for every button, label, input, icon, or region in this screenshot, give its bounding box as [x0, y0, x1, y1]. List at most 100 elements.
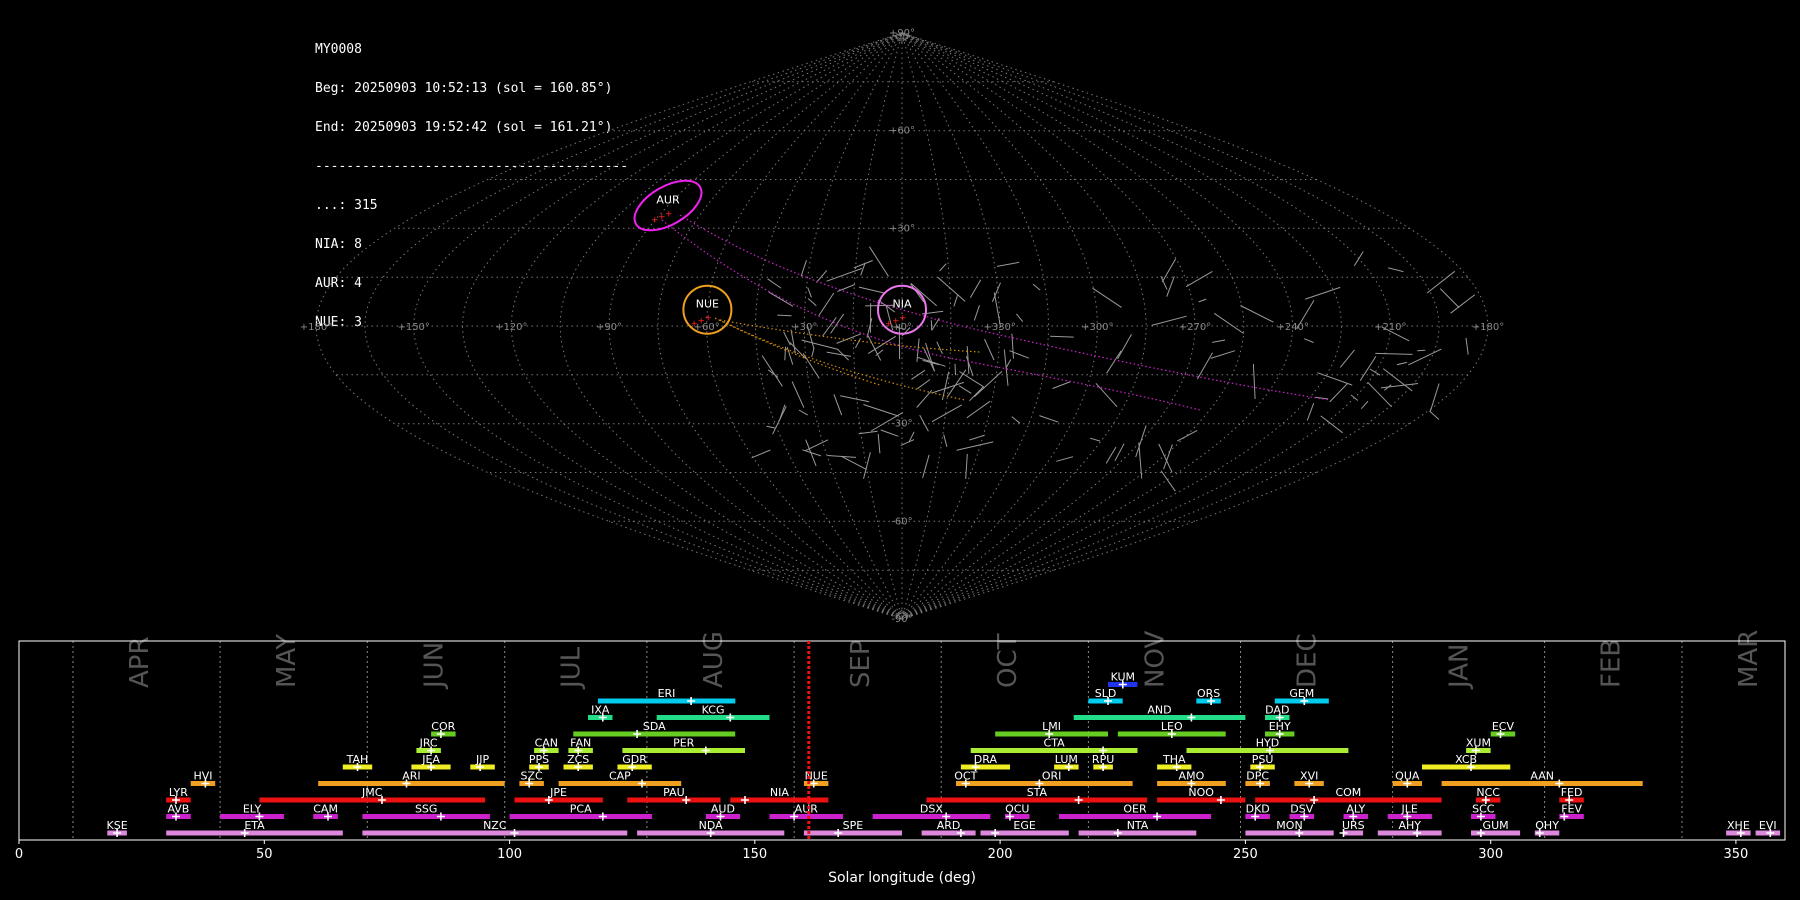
- shower-code-label: SZC: [520, 770, 543, 783]
- sporadic-meteor-track: [807, 287, 812, 298]
- shower-code-label: JIP: [475, 753, 489, 766]
- sporadic-meteor-track: [766, 425, 776, 429]
- meteor-tracks: [661, 214, 1476, 492]
- shower-code-label: DRA: [974, 753, 998, 766]
- sporadic-meteor-track: [916, 389, 933, 408]
- sporadic-meteor-track: [1005, 359, 1012, 368]
- shower-code-label: ALY: [1346, 803, 1365, 816]
- sporadic-meteor-track: [1252, 363, 1256, 400]
- sporadic-meteor-track: [1375, 352, 1413, 355]
- shower-code-label: ORS: [1197, 687, 1220, 700]
- sporadic-meteor-track: [761, 355, 783, 387]
- x-tick-label: 200: [988, 847, 1013, 862]
- shower-code-label: AUR: [795, 803, 819, 816]
- latitude-label: +60°: [889, 126, 915, 137]
- sporadic-meteor-track: [801, 339, 839, 350]
- sporadic-meteor-track: [822, 317, 837, 337]
- shower-code-label: NIA: [770, 786, 789, 799]
- sporadic-meteor-track: [784, 346, 787, 361]
- sporadic-meteor-track: [768, 291, 794, 307]
- sporadic-meteor-track: [1032, 283, 1041, 291]
- shower-code-label: DAD: [1265, 704, 1289, 717]
- shower-code-label: KUM: [1111, 671, 1135, 684]
- month-label: JUN: [419, 642, 449, 690]
- sporadic-meteor-track: [1306, 403, 1315, 421]
- shower-peak-marker: [834, 829, 843, 837]
- shower-code-label: OCT: [954, 770, 977, 783]
- sporadic-meteor-track: [1212, 339, 1226, 343]
- shower-code-label: NOO: [1188, 786, 1214, 799]
- sporadic-meteor-track: [984, 338, 995, 361]
- sporadic-meteor-track: [858, 430, 878, 435]
- sporadic-meteor-track: [1350, 394, 1359, 401]
- sporadic-meteor-track: [973, 305, 980, 321]
- shower-code-label: JRC: [419, 737, 438, 750]
- sporadic-meteor-track: [1089, 437, 1101, 442]
- sporadic-meteor-track: [1329, 383, 1348, 403]
- shower-code-label: XHE: [1727, 819, 1750, 832]
- sporadic-meteor-track: [1052, 381, 1071, 389]
- sporadic-meteor-track: [1429, 410, 1440, 420]
- shower-code-label: URS: [1342, 819, 1365, 832]
- sporadic-meteor-track: [816, 270, 828, 283]
- sporadic-meteor-track: [1353, 251, 1364, 267]
- sporadic-meteor-track: [1210, 350, 1236, 359]
- shower-code-label: COR: [431, 720, 455, 733]
- sporadic-meteor-track: [841, 455, 867, 471]
- shower-code-label: GDR: [622, 753, 647, 766]
- sporadic-meteor-track: [767, 278, 782, 289]
- sporadic-meteor-track: [965, 453, 968, 479]
- shower-peak-marker: [1187, 713, 1196, 722]
- sporadic-meteor-track: [783, 331, 791, 346]
- sporadic-meteor-track: [1177, 429, 1198, 442]
- month-label: DEC: [1293, 633, 1323, 688]
- shower-code-label: RPU: [1092, 753, 1114, 766]
- shower-code-label: SSG: [415, 803, 438, 816]
- sporadic-meteor-track: [1138, 442, 1143, 479]
- month-label: FEB: [1597, 639, 1627, 688]
- sporadic-meteor-track: [1185, 270, 1213, 288]
- shower-code-label: ORI: [1042, 770, 1062, 783]
- radiant-aur-label: AUR: [656, 194, 680, 207]
- shower-meteor-track: [661, 219, 1201, 411]
- shower-code-label: GUM: [1483, 819, 1509, 832]
- longitude-label: +150°: [397, 322, 429, 333]
- shower-code-label: JLE: [1401, 803, 1418, 816]
- shower-code-label: HVI: [193, 770, 212, 783]
- sporadic-meteor-track: [931, 381, 964, 394]
- sporadic-meteor-track: [937, 276, 966, 302]
- shower-code-label: JMC: [361, 786, 383, 799]
- sporadic-meteor-track: [807, 298, 817, 307]
- sporadic-meteor-track: [943, 434, 948, 448]
- shower-code-label: AAN: [1530, 770, 1554, 783]
- shower-peak-marker: [1216, 796, 1225, 804]
- shower-code-label: LYR: [169, 786, 188, 799]
- sporadic-meteor-track: [1166, 276, 1175, 297]
- sporadic-meteor-track: [922, 454, 930, 479]
- sporadic-meteor-track: [1304, 338, 1314, 343]
- sporadic-meteor-track: [800, 260, 807, 277]
- sporadic-meteor-track: [939, 263, 947, 272]
- shower-code-label: JPE: [549, 786, 567, 799]
- sporadic-meteor-track: [900, 439, 915, 446]
- longitude-label: +240°: [1276, 322, 1308, 333]
- shower-peak-marker: [726, 713, 735, 722]
- sporadic-meteor-track: [805, 439, 829, 452]
- sporadic-meteor-track: [863, 452, 871, 479]
- sporadic-meteor-track: [953, 294, 959, 307]
- sporadic-meteor-track: [1396, 361, 1408, 366]
- shower-code-label: FAN: [570, 737, 591, 750]
- month-label: MAY: [272, 634, 302, 688]
- shower-code-label: SCC: [1472, 803, 1495, 816]
- shower-peak-marker: [510, 829, 519, 837]
- shower-code-label: MON: [1276, 819, 1302, 832]
- shower-code-label: ELY: [243, 803, 262, 816]
- shower-code-label: XUM: [1466, 737, 1491, 750]
- sporadic-meteor-track: [826, 351, 851, 357]
- sporadic-meteor-track: [1095, 382, 1118, 408]
- sporadic-meteor-track: [925, 342, 936, 372]
- latitude-label: -90°: [891, 614, 912, 625]
- sporadic-meteor-track: [1315, 396, 1329, 400]
- sporadic-meteor-track: [1408, 348, 1442, 366]
- timeline-x-axis: 0 50 100 150 200 250 300 350: [15, 840, 1748, 862]
